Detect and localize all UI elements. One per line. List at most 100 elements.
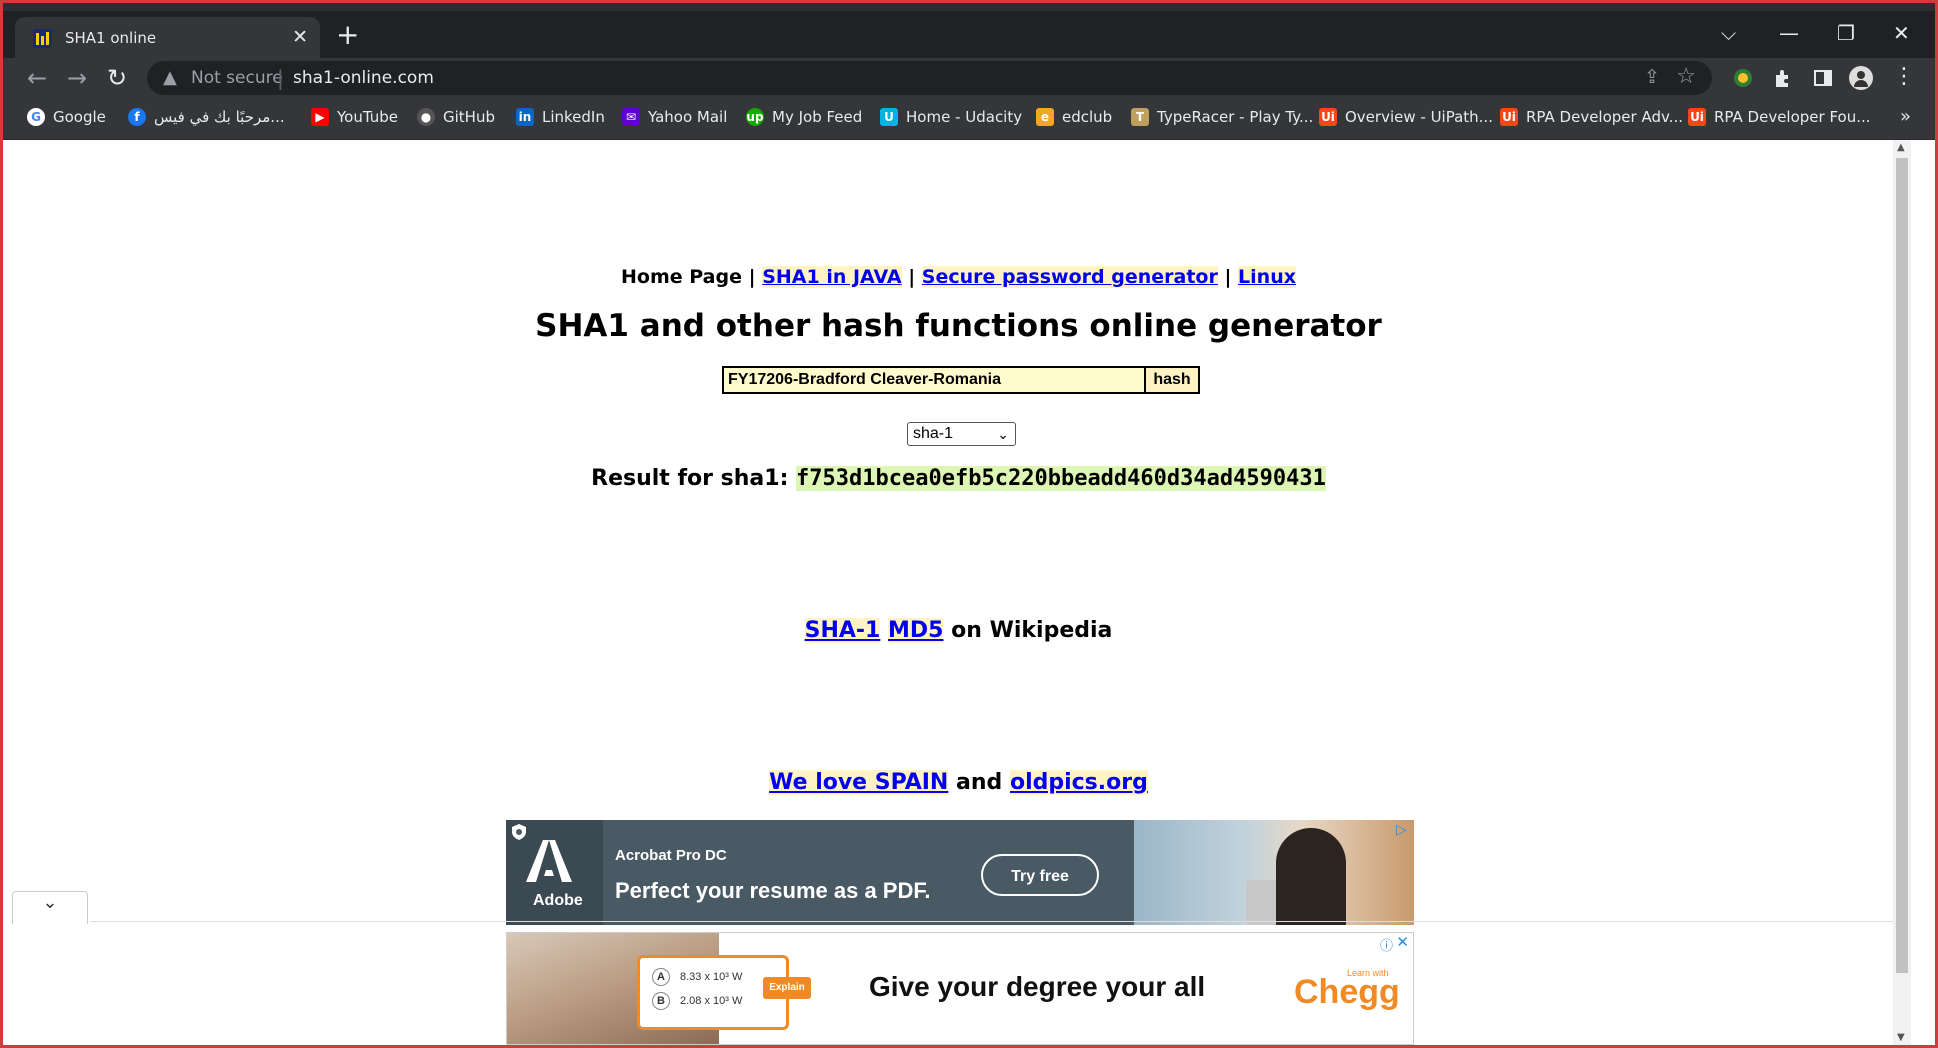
bookmark-typeracer[interactable]: T TypeRacer - Play Ty...	[1131, 108, 1313, 126]
site-favicon-icon	[33, 29, 52, 48]
link-oldpics[interactable]: oldpics.org	[1009, 770, 1148, 795]
adobe-ad-banner[interactable]: Adobe Acrobat Pro DC Perfect your resume…	[506, 820, 1414, 925]
hash-input[interactable]	[722, 366, 1146, 394]
new-tab-button[interactable]: +	[336, 21, 359, 49]
bookmark-label: مرحبًا بك في فيس...	[154, 108, 285, 126]
github-icon: ●	[417, 108, 435, 126]
vertical-scrollbar[interactable]: ▲ ▼	[1893, 140, 1911, 1045]
bookmark-label: My Job Feed	[772, 108, 863, 126]
bookmark-star-icon[interactable]: ☆	[1676, 64, 1696, 89]
scrollbar-thumb[interactable]	[1896, 158, 1908, 973]
bookmark-label: Yahoo Mail	[648, 108, 728, 126]
bookmark-udacity[interactable]: U Home - Udacity	[880, 108, 1022, 126]
explain-button[interactable]: Explain	[763, 977, 811, 999]
back-icon[interactable]: ←	[27, 64, 47, 92]
warning-icon: ▲	[163, 67, 177, 88]
bookmark-label: RPA Developer Adv...	[1526, 108, 1683, 126]
share-icon[interactable]: ⇪	[1644, 66, 1660, 88]
yahoo-mail-icon: ✉	[622, 108, 640, 126]
restore-icon[interactable]: ❐	[1837, 21, 1855, 45]
bookmark-rpa-developer-adv[interactable]: Ui RPA Developer Adv...	[1500, 108, 1683, 126]
page-content: Home Page | SHA1 in JAVA | Secure passwo…	[6, 140, 1911, 1045]
bookmark-label: RPA Developer Fou...	[1714, 108, 1871, 126]
ad-bar-divider	[90, 921, 1910, 922]
side-panel-icon[interactable]	[1811, 66, 1835, 90]
bookmark-youtube[interactable]: ▶ YouTube	[311, 108, 398, 126]
option-text: 2.08 x 10³ W	[680, 995, 743, 1007]
udacity-icon: U	[880, 108, 898, 126]
ad-headline: Perfect your resume as a PDF.	[615, 878, 931, 903]
forward-icon[interactable]: →	[67, 64, 87, 92]
bookmark-github[interactable]: ● GitHub	[417, 108, 495, 126]
url-text[interactable]: sha1-online.com	[293, 68, 434, 88]
nav-link-sha1-java[interactable]: SHA1 in JAVA	[762, 266, 902, 288]
bookmark-label: Google	[53, 108, 106, 126]
edclub-icon: e	[1036, 108, 1054, 126]
tab-search-icon[interactable]: ⌵	[1721, 21, 1736, 45]
bookmark-google[interactable]: G Google	[27, 108, 106, 126]
tab-close-icon[interactable]: ✕	[292, 26, 308, 48]
bookmark-yahoo-mail[interactable]: ✉ Yahoo Mail	[622, 108, 727, 126]
chegg-logo: Chegg	[1294, 973, 1400, 1011]
profile-avatar-icon[interactable]	[1849, 66, 1873, 90]
facebook-icon: f	[128, 108, 146, 126]
wiki-suffix: on Wikipedia	[951, 618, 1113, 643]
bookmark-rpa-developer-fou[interactable]: Ui RPA Developer Fou...	[1688, 108, 1871, 126]
chegg-ad-banner[interactable]: A 8.33 x 10³ W B 2.08 x 10³ W Explain Give…	[506, 932, 1414, 1045]
nav-separator: |	[748, 266, 756, 288]
bookmark-facebook[interactable]: f مرحبًا بك في فيس...	[128, 108, 285, 126]
scroll-down-icon[interactable]: ▼	[1897, 1032, 1905, 1043]
extension-globe-icon[interactable]	[1731, 66, 1755, 90]
bookmark-linkedin[interactable]: in LinkedIn	[516, 108, 605, 126]
bookmark-label: GitHub	[443, 108, 495, 126]
nav-link-linux[interactable]: Linux	[1238, 266, 1296, 288]
uipath-icon: Ui	[1688, 108, 1706, 126]
ad-close-icon[interactable]: ✕	[1396, 933, 1409, 951]
ad-headline: Give your degree your all	[869, 971, 1206, 1002]
try-free-button[interactable]: Try free	[981, 854, 1099, 896]
hash-button[interactable]: hash	[1144, 366, 1200, 394]
ad-info-icon[interactable]: ⓘ	[1380, 935, 1393, 954]
adobe-a-icon	[526, 840, 572, 882]
link-we-love-spain[interactable]: We love SPAIN	[769, 770, 949, 795]
bookmarks-overflow-icon[interactable]: »	[1900, 106, 1911, 127]
nav-separator: |	[908, 266, 916, 288]
nav-link-password-generator[interactable]: Secure password generator	[921, 266, 1218, 288]
algorithm-select[interactable]: sha-1 ⌄	[907, 422, 1016, 446]
wiki-link-md5[interactable]: MD5	[888, 618, 944, 643]
ad-option-a: A 8.33 x 10³ W	[652, 968, 742, 986]
wiki-links: SHA-1 MD5 on Wikipedia	[6, 618, 1911, 643]
browser-window: SHA1 online ✕ + ⌵ — ❐ ✕ ← → ↻ ▲ Not secu…	[0, 0, 1938, 1048]
menu-kebab-icon[interactable]: ⋮	[1893, 64, 1915, 89]
minimize-icon[interactable]: —	[1779, 21, 1799, 45]
scroll-up-icon[interactable]: ▲	[1897, 142, 1905, 153]
nav-home: Home Page	[621, 266, 742, 288]
collapse-ad-button[interactable]: ⌄	[12, 891, 88, 924]
bookmark-edclub[interactable]: e edclub	[1036, 108, 1112, 126]
reload-icon[interactable]: ↻	[107, 64, 127, 92]
tab-sha1-online[interactable]: SHA1 online ✕	[15, 17, 320, 60]
wiki-link-sha1[interactable]: SHA-1	[804, 618, 881, 643]
adchoices-icon[interactable]: ▷	[1396, 822, 1412, 838]
linkedin-icon: in	[516, 108, 534, 126]
address-bar[interactable]: ▲ Not secure | sha1-online.com ⇪ ☆	[147, 61, 1712, 95]
tab-title: SHA1 online	[65, 29, 157, 47]
result-hash: f753d1bcea0efb5c220bbeadd460d34ad4590431	[796, 466, 1326, 491]
divider: |	[277, 66, 284, 90]
ad-product: Acrobat Pro DC	[615, 847, 727, 864]
bookmarks-bar: G Google f مرحبًا بك في فيس... ▶ YouTube ● G…	[3, 98, 1935, 140]
typeracer-icon: T	[1131, 108, 1149, 126]
upwork-icon: up	[746, 108, 764, 126]
security-label: Not secure	[191, 68, 283, 88]
uipath-icon: Ui	[1500, 108, 1518, 126]
window-close-icon[interactable]: ✕	[1893, 21, 1910, 45]
bookmark-label: TypeRacer - Play Ty...	[1157, 108, 1314, 126]
bookmark-uipath-overview[interactable]: Ui Overview - UiPath...	[1319, 108, 1493, 126]
bookmark-label: YouTube	[337, 108, 398, 126]
page-title: SHA1 and other hash functions online gen…	[535, 308, 1382, 344]
bookmark-label: edclub	[1062, 108, 1113, 126]
bookmark-my-job-feed[interactable]: up My Job Feed	[746, 108, 862, 126]
extensions-puzzle-icon[interactable]	[1771, 66, 1795, 90]
tab-strip: SHA1 online ✕ + ⌵ — ❐ ✕	[3, 3, 1935, 60]
partner-and: and	[956, 770, 1003, 795]
